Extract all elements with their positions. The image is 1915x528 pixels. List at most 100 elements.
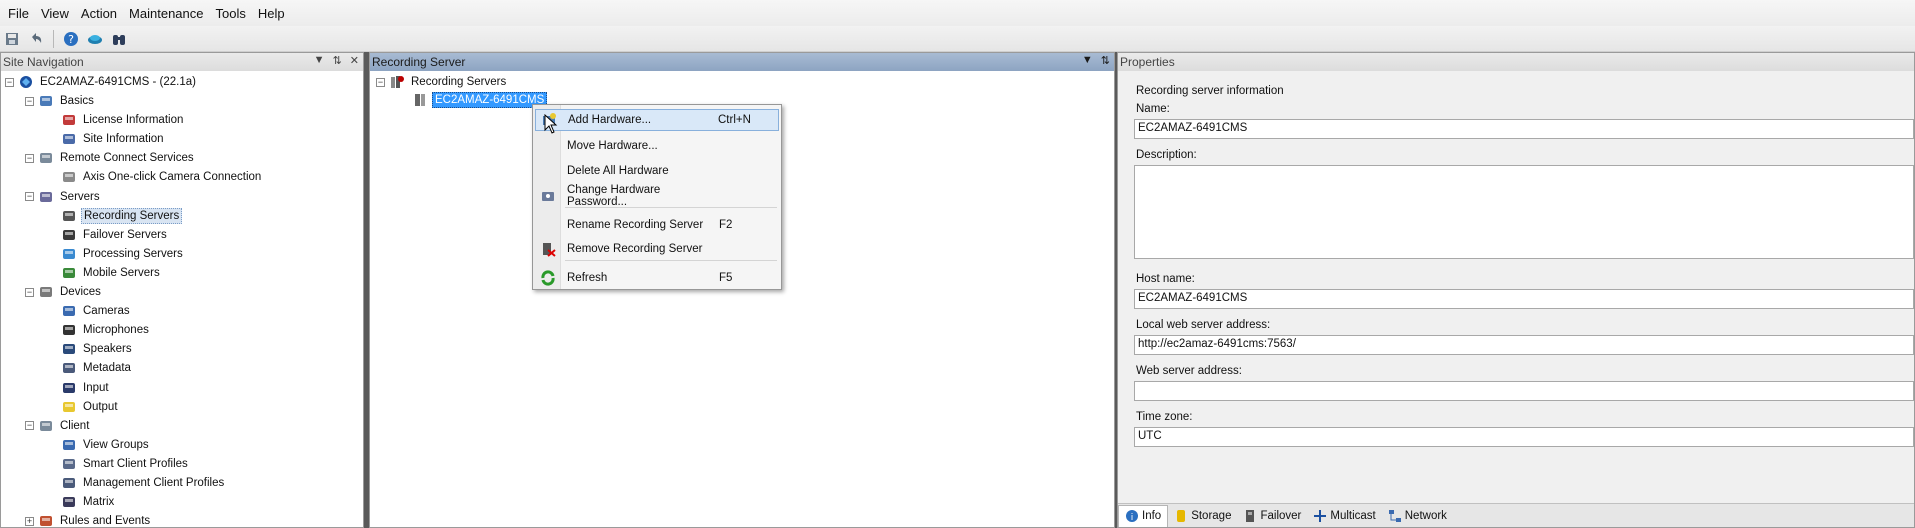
pin-icon[interactable]: ⇅: [1101, 54, 1110, 67]
host-name-label: Host name:: [1136, 273, 1195, 285]
tab-info[interactable]: i Info: [1118, 504, 1169, 527]
menu-item-label: Move Hardware...: [567, 140, 658, 152]
microphone-icon: [61, 322, 77, 338]
toolbar: ?: [0, 26, 1915, 52]
sidebar-item-smart-client-profiles[interactable]: Smart Client Profiles: [61, 455, 190, 473]
menu-action[interactable]: Action: [75, 6, 123, 21]
tab-multicast[interactable]: Multicast: [1307, 505, 1381, 527]
sidebar-item-rules-and-events[interactable]: + Rules and Events: [25, 512, 152, 528]
properties-header: Properties: [1118, 53, 1914, 71]
dropdown-icon[interactable]: ▼: [1082, 54, 1093, 67]
menu-item-change-hardware-password[interactable]: Change Hardware Password...: [535, 184, 779, 208]
menu-maintenance[interactable]: Maintenance: [123, 6, 209, 21]
menu-item-label: Remove Recording Server: [567, 243, 703, 255]
menu-item-label: Add Hardware...: [568, 114, 652, 126]
sidebar-item-client[interactable]: − Client: [25, 417, 91, 435]
sidebar-item-label: Smart Client Profiles: [83, 457, 188, 470]
properties-title: Properties: [1120, 55, 1175, 69]
menu-item-remove-recording-server[interactable]: Remove Recording Server: [535, 238, 779, 260]
web-server-field[interactable]: [1134, 381, 1914, 401]
tree-root-label: EC2AMAZ-6491CMS - (22.1a): [40, 76, 196, 88]
sidebar-item-axis-one-click-camera-connection[interactable]: Axis One-click Camera Connection: [61, 168, 263, 186]
sidebar-item-processing-servers[interactable]: Processing Servers: [61, 245, 185, 263]
tab-storage-label: Storage: [1191, 509, 1232, 522]
tree-item-recording-servers[interactable]: − Recording Servers: [376, 73, 508, 91]
remove-server-icon: [535, 241, 561, 257]
section-title: Recording server information: [1136, 85, 1284, 97]
collapse-icon[interactable]: −: [25, 153, 34, 163]
collapse-icon[interactable]: −: [25, 421, 34, 431]
save-icon[interactable]: [2, 29, 22, 49]
matrix-icon: [61, 494, 77, 510]
tab-failover[interactable]: Failover: [1237, 505, 1307, 527]
sidebar-item-label: Microphones: [83, 324, 149, 337]
undo-icon[interactable]: [26, 29, 46, 49]
collapse-icon[interactable]: −: [25, 287, 34, 297]
local-web-server-field[interactable]: http://ec2amaz-6491cms:7563/: [1134, 335, 1914, 355]
sidebar-item-microphones[interactable]: Microphones: [61, 321, 151, 339]
sidebar-item-basics[interactable]: − Basics: [25, 92, 96, 110]
sidebar-item-output[interactable]: Output: [61, 398, 120, 416]
description-field[interactable]: [1134, 165, 1914, 259]
tree-root[interactable]: − EC2AMAZ-6491CMS - (22.1a): [5, 73, 198, 91]
sidebar-item-matrix[interactable]: Matrix: [61, 493, 116, 511]
sidebar-item-devices[interactable]: − Devices: [25, 283, 103, 301]
sidebar-item-cameras[interactable]: Cameras: [61, 302, 132, 320]
menu-item-refresh[interactable]: Refresh F5: [535, 267, 779, 289]
sidebar-item-remote-connect-services[interactable]: − Remote Connect Services: [25, 149, 196, 167]
help-icon[interactable]: ?: [61, 29, 81, 49]
recording-server-icon: [412, 92, 428, 108]
camera-icon: [61, 303, 77, 319]
tab-network[interactable]: Network: [1382, 505, 1453, 527]
sidebar-item-label: Failover Servers: [83, 228, 167, 241]
site-navigation-header: Site Navigation ▼ ⇅ ✕: [1, 53, 363, 71]
menu-tools[interactable]: Tools: [210, 6, 252, 21]
tree-item-server[interactable]: EC2AMAZ-6491CMS: [412, 91, 548, 109]
sidebar-item-speakers[interactable]: Speakers: [61, 340, 134, 358]
menu-view[interactable]: View: [35, 6, 75, 21]
pin-icon[interactable]: ⇅: [333, 54, 342, 67]
menu-file[interactable]: File: [2, 6, 35, 21]
sidebar-item-servers[interactable]: − Servers: [25, 188, 102, 206]
sidebar-item-label: Recording Servers: [81, 207, 183, 224]
sidebar-item-input[interactable]: Input: [61, 379, 111, 397]
tab-storage[interactable]: Storage: [1168, 505, 1237, 527]
collapse-icon[interactable]: −: [25, 192, 34, 201]
binoculars-icon[interactable]: [109, 29, 129, 49]
sidebar-item-recording-servers[interactable]: Recording Servers: [61, 207, 183, 225]
collapse-icon[interactable]: −: [376, 77, 385, 87]
dropdown-icon[interactable]: ▼: [314, 54, 325, 67]
host-name-field[interactable]: EC2AMAZ-6491CMS: [1134, 289, 1914, 309]
sidebar-item-license-information[interactable]: License Information: [61, 111, 185, 129]
name-field[interactable]: EC2AMAZ-6491CMS: [1134, 119, 1914, 139]
menu-item-move-hardware[interactable]: Move Hardware...: [535, 135, 779, 157]
output-icon: [61, 399, 77, 415]
sidebar-item-label: Input: [83, 381, 109, 394]
sidebar-item-view-groups[interactable]: View Groups: [61, 436, 151, 454]
sidebar-item-label: Servers: [60, 190, 100, 203]
recording-server-title: Recording Server: [372, 55, 466, 69]
collapse-icon[interactable]: −: [25, 96, 34, 106]
book-icon: [38, 93, 54, 109]
client-icon: [38, 418, 54, 434]
metadata-icon: [61, 360, 77, 376]
sidebar-item-site-information[interactable]: Site Information: [61, 130, 166, 148]
menu-item-delete-all-hardware[interactable]: Delete All Hardware: [535, 160, 779, 182]
network-icon[interactable]: [85, 29, 105, 49]
menu-item-add-hardware[interactable]: Add Hardware... Ctrl+N: [535, 109, 779, 131]
sidebar-item-metadata[interactable]: Metadata: [61, 359, 133, 377]
menu-item-rename-recording-server[interactable]: Rename Recording Server F2: [535, 214, 779, 236]
sidebar-item-label: Processing Servers: [83, 247, 183, 260]
sidebar-item-mobile-servers[interactable]: Mobile Servers: [61, 264, 162, 282]
menu-help[interactable]: Help: [252, 6, 291, 21]
sidebar-item-label: Basics: [60, 95, 94, 107]
mobile-icon: [61, 265, 77, 281]
collapse-icon[interactable]: −: [5, 77, 14, 87]
time-zone-field[interactable]: UTC: [1134, 427, 1914, 447]
menu-separator: [565, 260, 777, 261]
license-icon: [61, 112, 77, 128]
close-icon[interactable]: ✕: [350, 54, 359, 67]
expand-icon[interactable]: +: [25, 516, 34, 526]
sidebar-item-management-client-profiles[interactable]: Management Client Profiles: [61, 474, 226, 492]
sidebar-item-failover-servers[interactable]: Failover Servers: [61, 226, 169, 244]
